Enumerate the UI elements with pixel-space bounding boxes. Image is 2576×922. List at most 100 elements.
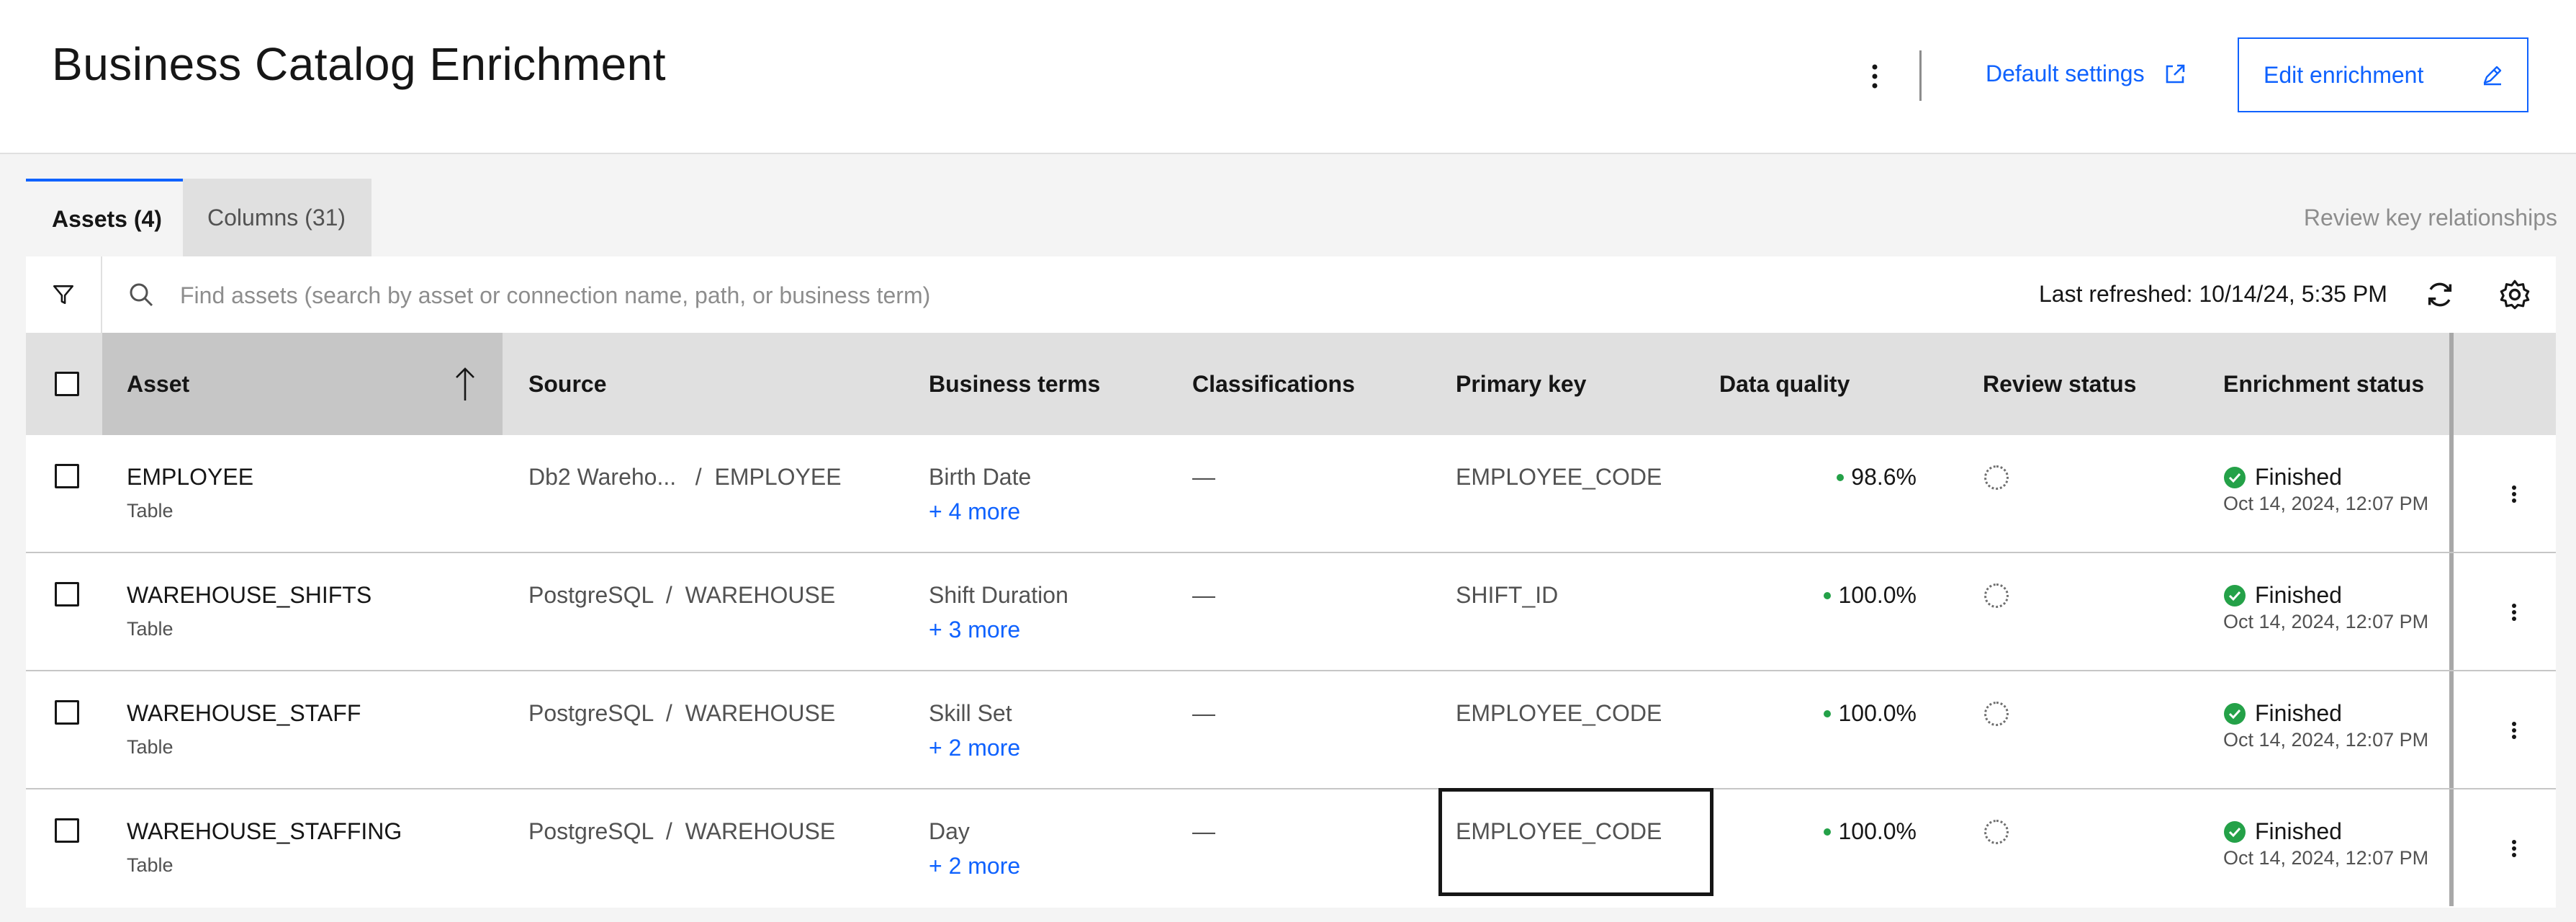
review-pending-icon (1984, 820, 2009, 844)
status-label: Finished (2255, 464, 2342, 490)
enrichment-status: Finished (2223, 818, 2342, 845)
primary-key: SHIFT_ID (1456, 582, 1559, 608)
column-header-source[interactable]: Source (528, 333, 606, 435)
overflow-menu-icon[interactable] (2500, 480, 2528, 509)
page-header: Business Catalog Enrichment Default sett… (0, 0, 2576, 154)
table-row[interactable]: WAREHOUSE_SHIFTS Table PostgreSQL / WARE… (26, 553, 2556, 671)
filter-icon (53, 285, 74, 304)
launch-icon (2166, 64, 2184, 83)
more-terms-link[interactable]: + 2 more (929, 735, 1020, 761)
data-quality: 100.0% (1824, 582, 1917, 609)
column-divider (2449, 553, 2454, 670)
checkmark-filled-icon (2224, 820, 2246, 843)
asset-name[interactable]: WAREHOUSE_STAFFING (127, 818, 402, 845)
column-header-data-quality[interactable]: Data quality (1719, 333, 1850, 435)
status-label: Finished (2255, 582, 2342, 608)
data-quality: 100.0% (1824, 818, 1917, 845)
column-header-review-status[interactable]: Review status (1983, 333, 2136, 435)
quality-indicator-dot (1824, 828, 1832, 836)
refresh-icon[interactable] (2423, 278, 2456, 311)
asset-source: PostgreSQL / WAREHOUSE (528, 818, 836, 844)
row-checkbox[interactable] (55, 818, 79, 843)
classifications: — (1192, 700, 1215, 726)
classifications: — (1192, 582, 1215, 608)
business-term: Day (929, 818, 970, 844)
checkmark-filled-icon (2224, 702, 2246, 725)
column-divider (2449, 333, 2454, 435)
tab-assets[interactable]: Assets (4) (26, 179, 183, 256)
status-date: Oct 14, 2024, 12:07 PM (2223, 493, 2429, 514)
primary-key[interactable]: EMPLOYEE_CODE (1456, 818, 1662, 845)
quality-indicator-dot (1837, 473, 1845, 481)
asset-name[interactable]: WAREHOUSE_SHIFTS (127, 582, 371, 609)
business-term: Shift Duration (929, 582, 1068, 608)
header-divider (1919, 50, 1922, 101)
business-term: Skill Set (929, 700, 1012, 726)
asset-type: Table (127, 500, 174, 522)
checkmark-filled-icon (2224, 584, 2246, 607)
overflow-menu-icon[interactable] (2500, 598, 2528, 627)
edit-enrichment-label: Edit enrichment (2264, 61, 2424, 88)
row-checkbox[interactable] (55, 464, 79, 488)
overflow-menu-icon[interactable] (2500, 834, 2528, 863)
enrichment-status: Finished (2223, 582, 2342, 609)
primary-key: EMPLOYEE_CODE (1456, 464, 1662, 490)
search-icon (130, 283, 153, 307)
search-input[interactable] (179, 275, 1837, 315)
data-quality-value: 98.6% (1851, 464, 1917, 490)
table-row[interactable]: WAREHOUSE_STAFF Table PostgreSQL / WAREH… (26, 671, 2556, 789)
overflow-menu-icon[interactable] (2500, 716, 2528, 745)
table-header: Asset Source Business terms Classificati… (26, 333, 2556, 435)
column-header-enrichment-status[interactable]: Enrichment status (2223, 333, 2424, 435)
asset-source: Db2 Wareho... / EMPLOYEE (528, 464, 842, 490)
review-pending-icon (1984, 583, 2009, 608)
review-key-relationships-link[interactable]: Review key relationships (2304, 205, 2557, 231)
more-terms-link[interactable]: + 2 more (929, 853, 1020, 880)
asset-name[interactable]: WAREHOUSE_STAFF (127, 700, 361, 727)
checkmark-filled-icon (2224, 466, 2246, 488)
status-date: Oct 14, 2024, 12:07 PM (2223, 611, 2429, 632)
table-row[interactable]: EMPLOYEE Table Db2 Wareho... / EMPLOYEE … (26, 435, 2556, 553)
data-quality-value: 100.0% (1838, 582, 1917, 608)
status-label: Finished (2255, 818, 2342, 844)
quality-indicator-dot (1824, 710, 1832, 717)
classifications: — (1192, 818, 1215, 844)
more-terms-link[interactable]: + 3 more (929, 617, 1020, 643)
column-divider (2449, 435, 2454, 552)
primary-key: EMPLOYEE_CODE (1456, 700, 1662, 726)
asset-type: Table (127, 736, 174, 758)
status-date: Oct 14, 2024, 12:07 PM (2223, 729, 2429, 751)
column-header-business-terms[interactable]: Business terms (929, 333, 1100, 435)
asset-name[interactable]: EMPLOYEE (127, 464, 253, 491)
settings-icon[interactable] (2498, 278, 2531, 311)
column-header-primary-key[interactable]: Primary key (1456, 333, 1586, 435)
business-term: Birth Date (929, 464, 1032, 490)
data-quality: 100.0% (1824, 700, 1917, 727)
enrichment-status: Finished (2223, 700, 2342, 727)
tab-columns[interactable]: Columns (31) (183, 179, 371, 256)
select-all-checkbox[interactable] (55, 372, 79, 396)
filter-button[interactable] (26, 256, 102, 333)
overflow-menu-icon[interactable] (1860, 55, 1889, 98)
page-title: Business Catalog Enrichment (52, 38, 667, 90)
default-settings-link[interactable]: Default settings (1986, 61, 2187, 87)
column-header-asset[interactable]: Asset (127, 333, 189, 435)
edit-enrichment-button[interactable]: Edit enrichment (2238, 37, 2528, 112)
default-settings-label: Default settings (1986, 61, 2145, 86)
edit-icon (2483, 66, 2502, 86)
more-terms-link[interactable]: + 4 more (929, 498, 1020, 525)
table-row[interactable]: WAREHOUSE_STAFFING Table PostgreSQL / WA… (26, 788, 2556, 908)
column-divider (2449, 789, 2454, 906)
asset-source: PostgreSQL / WAREHOUSE (528, 700, 836, 726)
table-toolbar: Last refreshed: 10/14/24, 5:35 PM (26, 256, 2556, 333)
sort-ascending-icon[interactable] (451, 364, 479, 403)
data-quality-value: 100.0% (1838, 818, 1917, 844)
row-checkbox[interactable] (55, 582, 79, 607)
tab-assets-label: Assets (4) (52, 205, 162, 232)
column-header-classifications[interactable]: Classifications (1192, 333, 1355, 435)
asset-source: PostgreSQL / WAREHOUSE (528, 582, 836, 608)
status-date: Oct 14, 2024, 12:07 PM (2223, 847, 2429, 869)
row-checkbox[interactable] (55, 700, 79, 725)
quality-indicator-dot (1824, 591, 1832, 599)
enrichment-status: Finished (2223, 464, 2342, 491)
